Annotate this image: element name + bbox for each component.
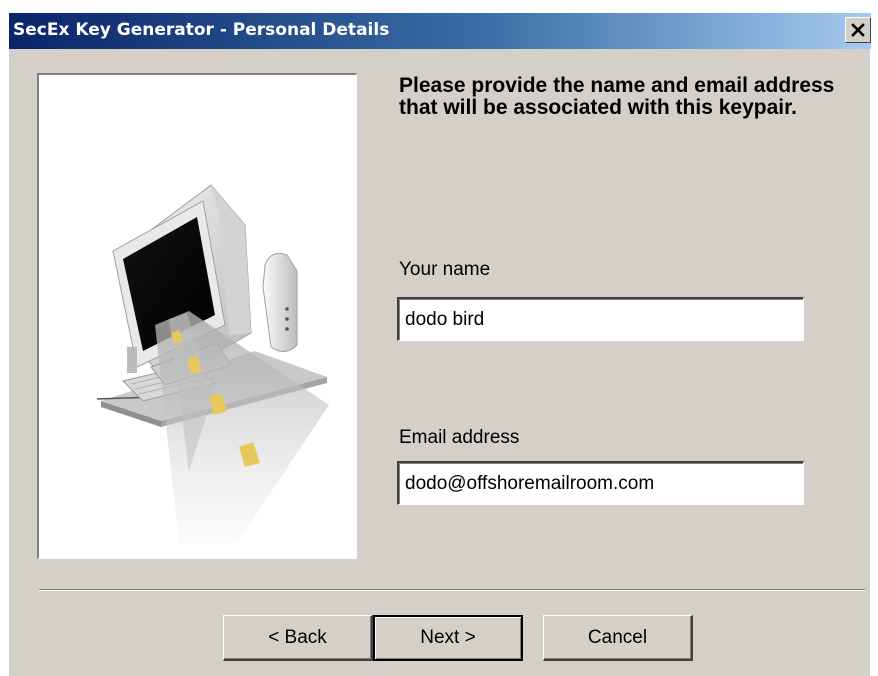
instruction-heading: Please provide the name and email addres… [399, 74, 835, 119]
name-label: Your name [399, 259, 491, 280]
wizard-dialog: SecEx Key Generator - Personal Details P… [8, 12, 871, 676]
email-input[interactable] [397, 461, 804, 505]
window-title: SecEx Key Generator - Personal Details [13, 20, 390, 40]
next-button[interactable]: Next > [373, 615, 523, 661]
close-button[interactable] [845, 17, 871, 43]
back-button[interactable]: < Back [223, 615, 373, 661]
title-bar[interactable]: SecEx Key Generator - Personal Details [9, 13, 871, 49]
button-separator [39, 589, 865, 591]
wizard-illustration-panel [37, 73, 357, 559]
email-label: Email address [399, 427, 520, 448]
computer-road-illustration [96, 184, 329, 543]
cancel-button[interactable]: Cancel [543, 615, 693, 661]
close-icon [851, 23, 865, 37]
name-input[interactable] [397, 297, 804, 341]
